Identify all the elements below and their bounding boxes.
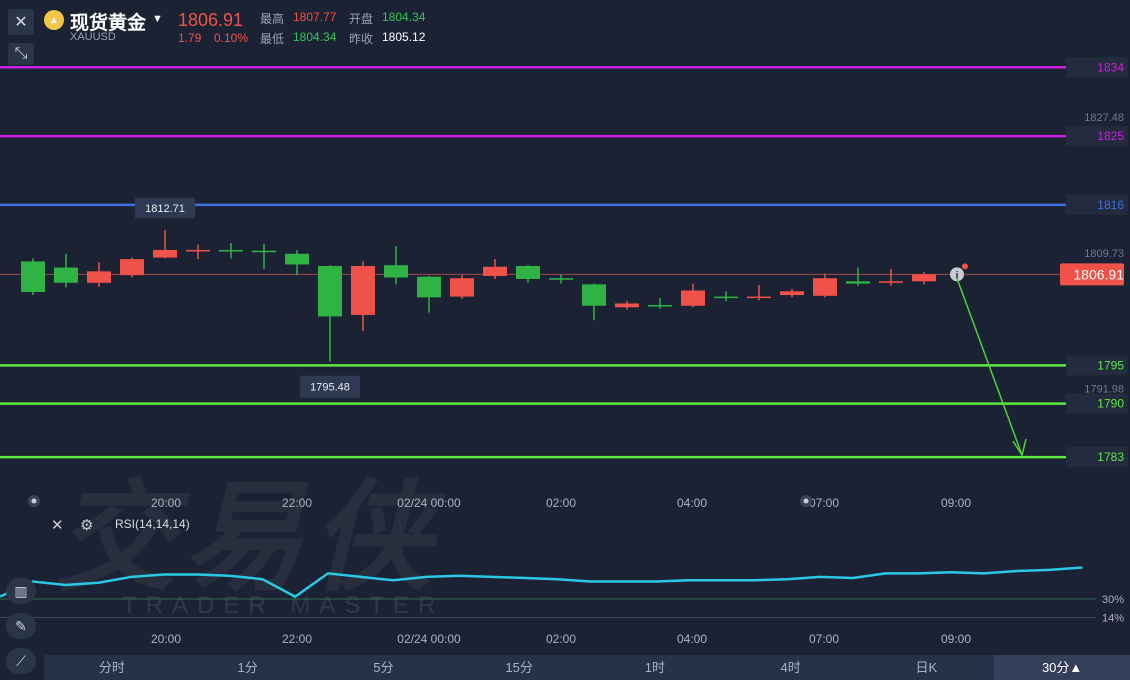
rsi-x-tick-label: 02:00 <box>546 632 576 646</box>
candle-body <box>21 261 45 292</box>
candle-body <box>846 281 870 284</box>
projection-arrow-line <box>956 278 1023 456</box>
candle-body <box>318 266 342 317</box>
candle-body <box>813 278 837 296</box>
candle-body <box>450 278 474 297</box>
low-value: 1804.34 <box>293 30 337 44</box>
tab-timeshare[interactable]: 分时 <box>44 655 180 680</box>
x-tick-label: 04:00 <box>677 496 707 510</box>
candle-body <box>87 271 111 283</box>
tab-1h[interactable]: 1时 <box>587 655 723 680</box>
rsi-level-label: 14% <box>1102 613 1124 625</box>
rsi-x-tick-label: 22:00 <box>282 632 312 646</box>
low-marker-label: 1795.48 <box>310 382 350 394</box>
price-change: 1.79 <box>178 31 202 45</box>
rsi-line <box>0 566 1083 599</box>
high-marker-label: 1812.71 <box>145 203 185 215</box>
gold-coin-icon: ▲ <box>44 10 64 30</box>
rsi-x-tick-label: 20:00 <box>151 632 181 646</box>
scroll-handle-dot <box>803 498 809 504</box>
settings-icon: ⚙ <box>80 516 93 534</box>
candle-body <box>879 281 903 283</box>
indicator-icon[interactable]: ▥ <box>6 578 36 604</box>
price-chart[interactable]: 1827.481809.731791.981834182518161795179… <box>0 0 1130 680</box>
candle-body <box>714 296 738 299</box>
rsi-level-label: 30% <box>1102 594 1124 606</box>
pencil-icon[interactable]: ✎ <box>6 613 36 639</box>
level-label-1834: 1834 <box>1097 60 1124 74</box>
open-label: 开盘 <box>349 12 374 26</box>
candle-body <box>120 259 144 276</box>
level-label-1795: 1795 <box>1097 358 1124 372</box>
last-price: 1806.91 <box>178 10 244 30</box>
x-tick-label: 22:00 <box>282 496 312 510</box>
shrink-icon[interactable]: ⤡ <box>8 43 34 65</box>
candle-body <box>351 266 375 315</box>
candle-body <box>483 266 507 276</box>
tab-15m[interactable]: 15分 <box>451 655 587 680</box>
candle-body <box>186 249 210 252</box>
x-tick-label: 02:00 <box>546 496 576 510</box>
candle-body <box>219 249 243 252</box>
current-price-label: 1806.91 <box>1073 266 1124 282</box>
rsi-x-tick-label: 09:00 <box>941 632 971 646</box>
x-tick-label: 09:00 <box>941 496 971 510</box>
tab-5m[interactable]: 5分 <box>316 655 452 680</box>
x-tick-label: 07:00 <box>809 496 839 510</box>
tab-1m[interactable]: 1分 <box>180 655 316 680</box>
candle-body <box>615 303 639 308</box>
candle-body <box>582 284 606 306</box>
rsi-label: RSI(14,14,14) <box>115 517 190 531</box>
caret-down-icon[interactable]: ▼ <box>152 13 163 25</box>
level-label-1783: 1783 <box>1097 450 1124 464</box>
line-tool-icon[interactable]: ⟋ <box>6 648 36 674</box>
candle-body <box>384 265 408 278</box>
candle-body <box>648 304 672 307</box>
candle-body <box>54 267 78 283</box>
candle-body <box>285 253 309 265</box>
high-label: 最高 <box>260 12 285 26</box>
x-tick-label: 20:00 <box>151 496 181 510</box>
level-label-1825: 1825 <box>1097 129 1124 143</box>
alert-dot <box>962 263 968 270</box>
prev-close-label: 昨收 <box>349 32 374 46</box>
crosshair-dot <box>31 498 37 504</box>
y-tick-label: 1827.48 <box>1084 112 1124 124</box>
tab-4h[interactable]: 4时 <box>723 655 859 680</box>
candle-body <box>516 266 540 279</box>
prev-close-value: 1805.12 <box>382 30 426 44</box>
candle-body <box>747 296 771 299</box>
candle-body <box>681 290 705 306</box>
open-value: 1804.34 <box>382 10 426 24</box>
high-value: 1807.77 <box>293 10 337 24</box>
close-rsi-icon: ✕ <box>51 516 64 534</box>
candle-body <box>252 250 276 253</box>
rsi-x-tick-label: 02/24 00:00 <box>397 632 461 646</box>
quote-header: ✕ ⤡ ▲ 现货黄金 ▼ XAUUSD 1806.91 1.79 0.10% 最… <box>0 0 1130 65</box>
interval-tabs: 分时 1分 5分 15分 1时 4时 日K 30分▲ <box>44 655 1130 680</box>
candle-body <box>153 249 177 258</box>
rsi-x-tick-label: 07:00 <box>809 632 839 646</box>
instrument-symbol: XAUUSD <box>70 31 116 43</box>
rsi-x-tick-label: 04:00 <box>677 632 707 646</box>
tab-daily[interactable]: 日K <box>859 655 995 680</box>
candle-body <box>417 276 441 298</box>
x-tick-label: 02/24 00:00 <box>397 496 461 510</box>
close-icon[interactable]: ✕ <box>8 9 34 35</box>
level-label-1790: 1790 <box>1097 397 1124 411</box>
tab-30m[interactable]: 30分▲ <box>994 655 1130 680</box>
y-tick-label: 1809.73 <box>1084 248 1124 260</box>
candle-body <box>912 274 936 282</box>
low-label: 最低 <box>260 32 285 46</box>
price-change-percent: 0.10% <box>214 31 249 45</box>
level-label-1816: 1816 <box>1097 198 1124 212</box>
candle-body <box>549 278 573 280</box>
candle-body <box>780 291 804 296</box>
